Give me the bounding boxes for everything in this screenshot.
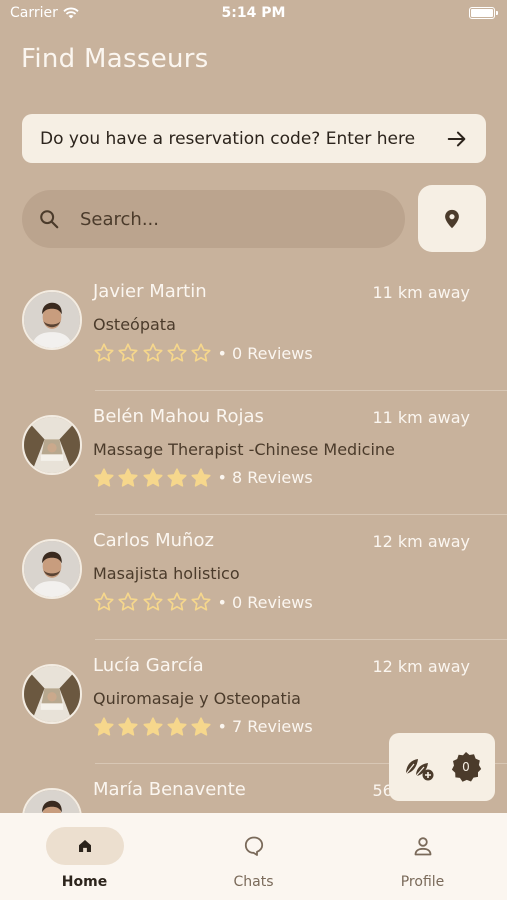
rating-row: • 8 Reviews — [93, 467, 313, 489]
masseur-specialty: Osteópata — [93, 315, 176, 334]
masseur-list-item[interactable]: Belén Mahou Rojas 11 km away Massage Thera… — [0, 391, 507, 515]
rating-row: • 7 Reviews — [93, 716, 313, 738]
battery-icon — [469, 7, 498, 19]
home-icon — [78, 840, 91, 852]
leaves-add-icon — [405, 759, 434, 781]
tab-profile[interactable]: Profile — [338, 813, 507, 900]
masseur-specialty: Quiromasaje y Osteopatia — [93, 688, 301, 708]
masseur-name: María Benavente — [93, 779, 246, 800]
avatar — [22, 414, 82, 475]
masseur-specialty: Massage Therapist -Chinese Medicine — [93, 439, 395, 459]
avatar — [22, 788, 82, 813]
star-filled-icon — [167, 716, 187, 736]
tab-profile-label: Profile — [400, 874, 445, 890]
tab-bar: Home Chats Profile — [0, 813, 507, 900]
badge-count: 0 — [450, 751, 482, 783]
profile-icon — [414, 837, 431, 856]
search-input[interactable] — [80, 208, 360, 230]
rating-row: • 0 Reviews — [93, 342, 313, 364]
star-filled-icon — [191, 467, 211, 487]
star-filled-icon — [94, 716, 114, 736]
star-outline-icon — [143, 592, 163, 611]
search-icon — [40, 210, 59, 229]
page-title: Find Masseurs — [21, 44, 209, 74]
tab-home-indicator — [45, 827, 124, 865]
avatar — [22, 663, 82, 724]
masseur-distance: 11 km away — [372, 283, 470, 302]
chat-icon — [244, 836, 263, 856]
tab-chats-indicator — [215, 827, 293, 865]
star-outline-icon — [167, 592, 187, 611]
arrow-right-icon — [447, 131, 466, 146]
star-outline-icon — [118, 592, 138, 611]
location-pin-icon — [445, 209, 459, 228]
loyalty-widget[interactable]: 0 — [389, 733, 495, 801]
badge-count-value: 0 — [462, 760, 470, 774]
masseur-distance: 12 km away — [372, 656, 470, 676]
star-filled-icon — [118, 467, 138, 487]
reviews-count: • 0 Reviews — [217, 343, 313, 363]
star-filled-icon — [191, 716, 211, 736]
star-outline-icon — [94, 592, 114, 611]
star-outline-icon — [94, 343, 114, 362]
tab-chats[interactable]: Chats — [169, 813, 338, 900]
reviews-count: • 8 Reviews — [217, 468, 313, 487]
masseur-distance: 11 km away — [372, 407, 470, 427]
avatar — [22, 290, 82, 350]
masseur-name: Lucía García — [93, 654, 204, 676]
reviews-count: • 0 Reviews — [217, 592, 313, 612]
masseur-name: Carlos Muñoz — [93, 530, 214, 551]
star-filled-icon — [167, 467, 187, 487]
masseur-distance: 12 km away — [372, 532, 470, 551]
star-outline-icon — [167, 343, 187, 362]
star-filled-icon — [118, 716, 138, 736]
star-filled-icon — [143, 716, 163, 736]
masseur-name: Javier Martin — [93, 281, 207, 302]
avatar — [22, 539, 82, 599]
star-outline-icon — [191, 343, 211, 362]
tab-home[interactable]: Home — [0, 813, 169, 900]
star-outline-icon — [143, 343, 163, 362]
star-outline-icon — [118, 343, 138, 362]
tab-chats-label: Chats — [233, 874, 274, 890]
reviews-count: • 7 Reviews — [217, 717, 313, 736]
reservation-code-button[interactable]: Do you have a reservation code? Enter he… — [22, 114, 486, 163]
star-filled-icon — [94, 467, 114, 487]
masseur-list-item[interactable]: Javier Martin 11 km away Osteópata • 0 Revi… — [0, 266, 507, 391]
tab-home-label: Home — [61, 874, 108, 890]
star-outline-icon — [191, 592, 211, 611]
masseur-list[interactable]: Javier Martin 11 km away Osteópata • 0 Revi… — [0, 266, 507, 813]
masseur-specialty: Masajista holistico — [93, 564, 240, 583]
search-box[interactable] — [22, 190, 405, 248]
reservation-code-label: Do you have a reservation code? Enter he… — [40, 128, 416, 149]
masseur-list-item[interactable]: Carlos Muñoz 12 km away Masajista holistic… — [0, 515, 507, 640]
status-time: 5:14 PM — [221, 5, 286, 21]
status-bar: Carrier 5:14 PM — [0, 0, 507, 28]
star-filled-icon — [143, 467, 163, 487]
tab-profile-indicator — [384, 827, 462, 865]
rating-row: • 0 Reviews — [93, 591, 313, 613]
location-button[interactable] — [418, 185, 486, 252]
masseur-name: Belén Mahou Rojas — [93, 405, 264, 427]
